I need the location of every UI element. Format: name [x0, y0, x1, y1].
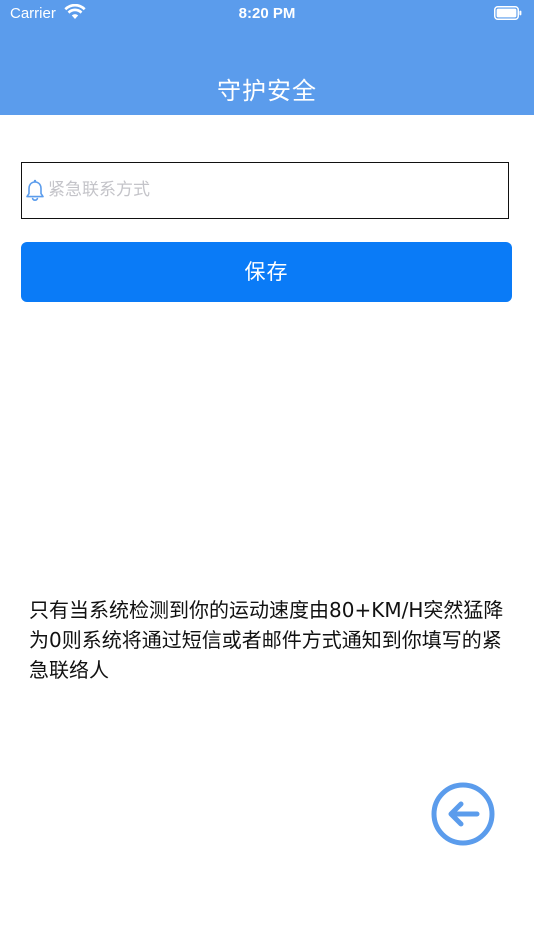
- guard-safety-screen: Carrier 8:20 PM 守护安全 保存 只有当系统检测到你的运动速度由8…: [0, 0, 534, 950]
- nav-header: Carrier 8:20 PM 守护安全: [0, 0, 534, 115]
- status-time: 8:20 PM: [238, 5, 296, 22]
- speed-alert-notice: 只有当系统检测到你的运动速度由80+KM/H突然猛降为0则系统将通过短信或者邮件…: [29, 598, 504, 682]
- save-button[interactable]: 保存: [21, 242, 512, 302]
- back-arrow-icon[interactable]: [431, 782, 495, 846]
- emergency-contact-field[interactable]: [21, 162, 509, 219]
- battery-icon: [494, 6, 522, 20]
- emergency-contact-input[interactable]: [48, 163, 504, 217]
- status-bar: Carrier 8:20 PM: [0, 0, 534, 28]
- bell-icon: [26, 179, 44, 201]
- page-title: 守护安全: [217, 77, 317, 105]
